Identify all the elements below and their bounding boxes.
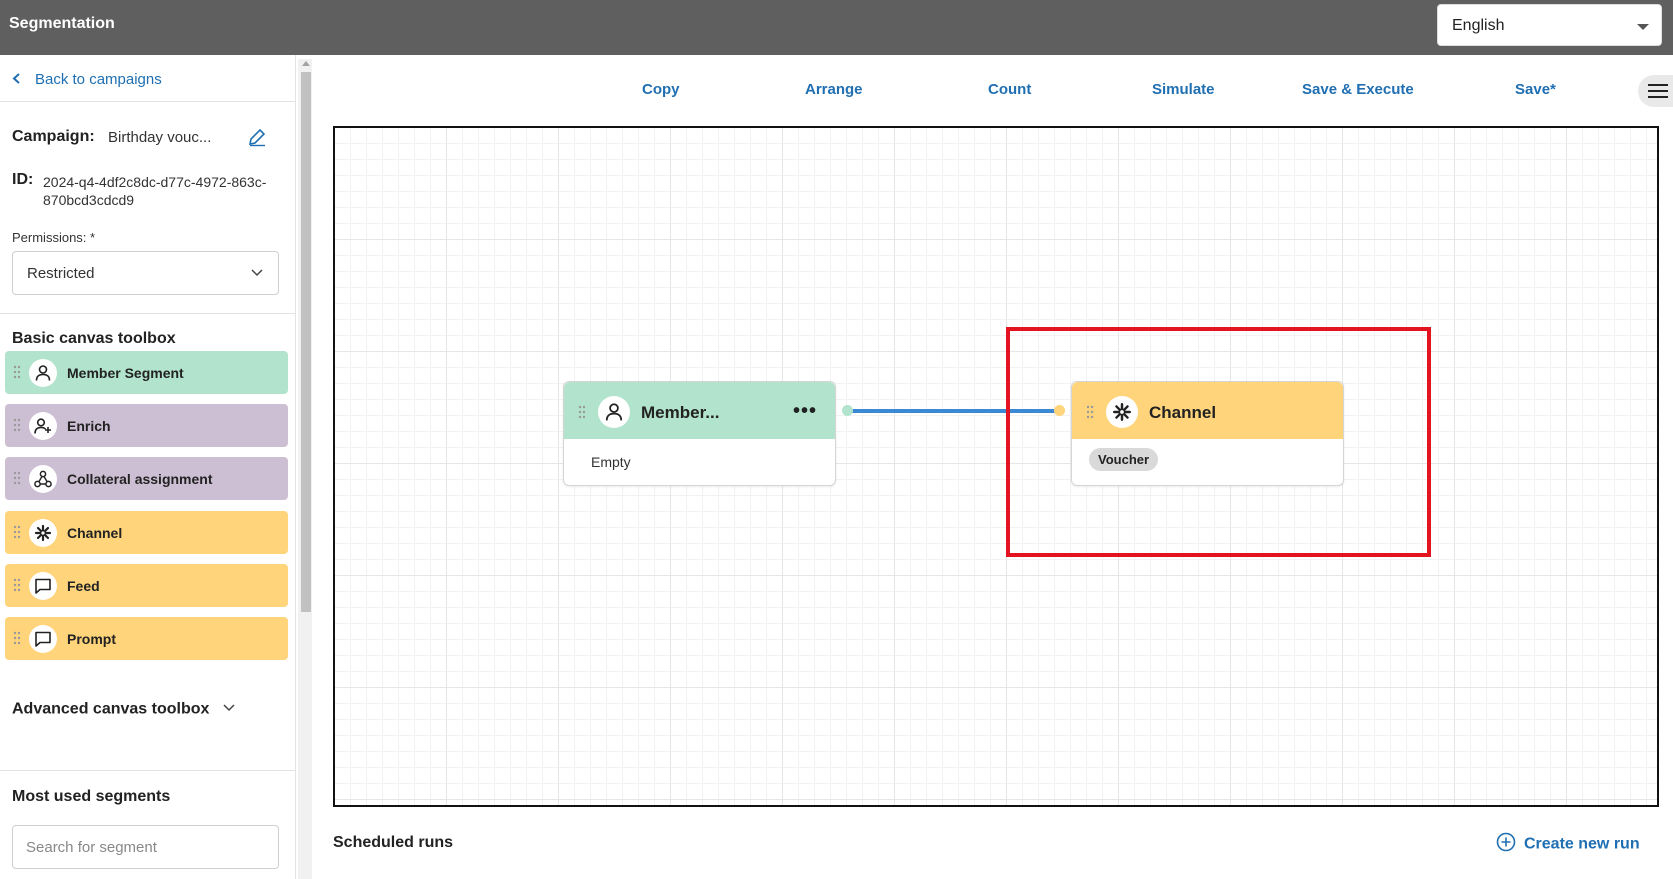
create-new-run-label: Create new run	[1524, 835, 1640, 853]
save-execute-button[interactable]: Save & Execute	[1302, 81, 1414, 98]
save-button[interactable]: Save*	[1515, 81, 1556, 98]
campaign-label: Campaign:	[12, 128, 95, 145]
create-new-run-button[interactable]: Create new run	[1496, 832, 1640, 857]
back-link-label: Back to campaigns	[35, 71, 162, 88]
tool-label: Prompt	[67, 631, 116, 647]
drag-handle-icon[interactable]	[578, 405, 586, 419]
drag-handle-icon[interactable]	[13, 578, 21, 592]
scheduled-runs-title: Scheduled runs	[333, 834, 454, 851]
chat-bubble-icon	[29, 625, 57, 653]
tool-feed[interactable]: Feed	[5, 564, 288, 607]
sidebar: Back to campaigns Campaign: Birthday vou…	[0, 55, 296, 879]
id-label: ID:	[12, 171, 34, 188]
pencil-icon[interactable]	[247, 127, 267, 147]
permissions-value: Restricted	[27, 265, 95, 282]
basic-toolbox-title: Basic canvas toolbox	[12, 330, 176, 347]
drag-handle-icon[interactable]	[13, 418, 21, 432]
permissions-label: Permissions: *	[12, 230, 96, 245]
person-icon	[29, 359, 57, 387]
hamburger-menu-icon[interactable]	[1638, 75, 1673, 107]
chat-bubble-icon	[29, 572, 57, 600]
segmentation-canvas[interactable]	[333, 126, 1659, 807]
advanced-toolbox-title: Advanced canvas toolbox	[12, 700, 210, 718]
drag-handle-icon[interactable]	[13, 631, 21, 645]
output-port[interactable]	[842, 405, 853, 416]
chevron-down-icon	[222, 700, 236, 719]
asterisk-icon	[29, 519, 57, 547]
tool-channel[interactable]: Channel	[5, 511, 288, 554]
hub-icon	[29, 465, 57, 493]
chevron-left-icon	[12, 71, 21, 88]
tool-collateral-assignment[interactable]: Collateral assignment	[5, 457, 288, 500]
tool-label: Enrich	[67, 418, 111, 434]
highlight-box	[1006, 327, 1431, 557]
person-icon	[598, 396, 630, 428]
back-to-campaigns-link[interactable]: Back to campaigns	[12, 71, 162, 88]
drag-handle-icon[interactable]	[13, 525, 21, 539]
caret-down-icon	[1637, 24, 1649, 30]
person-add-icon	[29, 412, 57, 440]
tool-label: Collateral assignment	[67, 471, 213, 487]
simulate-button[interactable]: Simulate	[1152, 81, 1215, 98]
divider	[0, 101, 295, 102]
tool-member-segment[interactable]: Member Segment	[5, 351, 288, 394]
scroll-up-arrow-icon[interactable]	[302, 61, 310, 66]
advanced-toolbox-toggle[interactable]: Advanced canvas toolbox	[12, 700, 236, 719]
segment-search-input[interactable]	[12, 825, 279, 869]
divider	[0, 313, 295, 314]
tool-label: Member Segment	[67, 365, 184, 381]
top-bar: Segmentation English	[0, 0, 1673, 55]
node-body: Empty	[591, 454, 631, 470]
more-options-icon[interactable]: •••	[793, 400, 817, 423]
campaign-name: Birthday vouc...	[108, 129, 212, 146]
language-select[interactable]: English	[1437, 4, 1662, 46]
copy-button[interactable]: Copy	[642, 81, 680, 98]
tool-label: Feed	[67, 578, 100, 594]
tool-prompt[interactable]: Prompt	[5, 617, 288, 660]
plus-circle-icon	[1496, 832, 1516, 857]
drag-handle-icon[interactable]	[13, 365, 21, 379]
node-title: Member...	[641, 403, 720, 422]
divider	[0, 770, 295, 771]
count-button[interactable]: Count	[988, 81, 1031, 98]
arrange-button[interactable]: Arrange	[805, 81, 863, 98]
sidebar-scroll-thumb[interactable]	[301, 72, 311, 612]
drag-handle-icon[interactable]	[13, 471, 21, 485]
tool-label: Channel	[67, 525, 123, 541]
chevron-down-icon	[250, 265, 264, 279]
app-title: Segmentation	[9, 15, 115, 32]
most-used-title: Most used segments	[12, 788, 171, 805]
member-segment-node[interactable]: Member... ••• Empty	[563, 381, 836, 486]
language-value: English	[1452, 17, 1505, 34]
tool-enrich[interactable]: Enrich	[5, 404, 288, 447]
permissions-select[interactable]: Restricted	[12, 251, 279, 295]
campaign-id: 2024-q4-4df2c8dc-d77c-4972-863c-870bcd3c…	[43, 174, 267, 208]
